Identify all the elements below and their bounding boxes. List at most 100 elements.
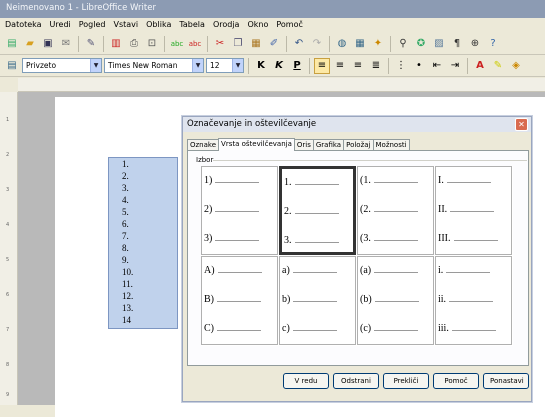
menu-oblika[interactable]: Oblika <box>143 18 176 32</box>
numbering-preset[interactable]: 1. 2. 3. <box>279 166 356 255</box>
numbering-preset[interactable]: I. II. III. <box>435 166 512 255</box>
preset-row: 1. <box>284 177 339 188</box>
table-icon[interactable]: ▦ <box>352 36 368 52</box>
increase-indent-icon[interactable]: ⇥ <box>447 58 463 74</box>
paste-icon[interactable]: ▦ <box>248 36 264 52</box>
font-name-select[interactable]: Times New Roman ▼ <box>104 58 204 73</box>
numbering-preset[interactable]: (a) (b) (c) <box>357 256 434 345</box>
close-icon[interactable]: ✕ <box>515 118 528 131</box>
list-item: 3. <box>122 183 129 193</box>
numbering-preset[interactable]: a) b) c) <box>279 256 356 345</box>
hyperlink-icon[interactable]: ◍ <box>334 36 350 52</box>
numbering-preset-grid: 1) 2) 3) 1. 2. 3. (1. (2. (3. I. II. III. A) B) C) a) b)… <box>201 166 513 346</box>
export-pdf-icon[interactable]: ▥ <box>108 36 124 52</box>
numbering-preset[interactable]: (1. (2. (3. <box>357 166 434 255</box>
navigator-icon[interactable]: ✪ <box>413 36 429 52</box>
italic-icon[interactable]: K <box>271 58 287 74</box>
list-item: 11. <box>122 279 133 289</box>
underline-icon[interactable]: P <box>289 58 305 74</box>
preset-text-line <box>292 330 337 331</box>
help-button[interactable]: Pomoč <box>433 373 479 389</box>
formatting-marks-icon[interactable]: ¶ <box>449 36 465 52</box>
preset-row: 3. <box>284 235 339 246</box>
menu-tabela[interactable]: Tabela <box>176 18 210 32</box>
numbering-preset[interactable]: i. ii. iii. <box>435 256 512 345</box>
ruler-tick: 3 <box>6 187 10 193</box>
numbering-preset[interactable]: 1) 2) 3) <box>201 166 278 255</box>
preset-text-line <box>293 301 338 302</box>
list-item: 9. <box>122 255 129 265</box>
preset-text-line <box>374 330 419 331</box>
preset-text-line <box>294 213 339 214</box>
open-folder-icon[interactable]: ▰ <box>22 36 38 52</box>
tab-vrsta-ostevilcevanja[interactable]: Vrsta oštevilčevanja <box>218 138 295 151</box>
print-icon[interactable]: ⎙ <box>126 36 142 52</box>
preset-row: A) <box>204 265 262 276</box>
ruler-tick: 5 <box>6 257 10 263</box>
align-left-icon[interactable]: ≡ <box>314 57 330 74</box>
cut-icon[interactable]: ✂ <box>212 36 228 52</box>
remove-button[interactable]: Odstrani <box>333 373 379 389</box>
paragraph-style-value: Privzeto <box>26 61 57 70</box>
menu-uredi[interactable]: Uredi <box>47 18 76 32</box>
find-icon[interactable]: ⚲ <box>395 36 411 52</box>
align-center-icon[interactable]: ≡ <box>332 58 348 74</box>
justify-icon[interactable]: ≣ <box>368 58 384 74</box>
font-size-select[interactable]: 12 ▼ <box>206 58 244 73</box>
dialog-title-bar[interactable]: Označevanje in oštevilčevanje ✕ <box>183 117 531 132</box>
selected-numbered-list[interactable]: 1. 2. 3. 4. 5. 6. 7. 8. 9. 10. 11. 12. 1… <box>108 157 178 329</box>
background-color-icon[interactable]: ◈ <box>508 58 524 74</box>
undo-icon[interactable]: ↶ <box>291 36 307 52</box>
menu-pogled[interactable]: Pogled <box>76 18 111 32</box>
redo-icon[interactable]: ↷ <box>309 36 325 52</box>
list-item: 13. <box>122 303 134 313</box>
clone-formatting-icon[interactable]: ✐ <box>266 36 282 52</box>
styles-formatting-icon[interactable]: ▤ <box>4 58 20 74</box>
separator <box>248 57 249 74</box>
menu-pomoc[interactable]: Pomoč <box>273 18 308 32</box>
menu-okno[interactable]: Okno <box>244 18 273 32</box>
preset-text-line <box>449 301 494 302</box>
menu-datoteka[interactable]: Datoteka <box>2 18 47 32</box>
bold-icon[interactable]: K <box>253 58 269 74</box>
preset-text-line <box>217 272 262 273</box>
save-icon[interactable]: ▣ <box>40 36 56 52</box>
preset-text-line <box>446 272 491 273</box>
font-color-icon[interactable]: A <box>472 58 488 74</box>
edit-file-icon[interactable]: ✎ <box>83 36 99 52</box>
menu-orodja[interactable]: Orodja <box>210 18 245 32</box>
highlighting-icon[interactable]: ✎ <box>490 58 506 74</box>
new-document-icon[interactable]: ▤ <box>4 36 20 52</box>
separator <box>390 35 391 52</box>
preset-row: b) <box>282 294 338 305</box>
preset-text-line <box>446 182 491 183</box>
reset-button[interactable]: Ponastavi <box>483 373 529 389</box>
bullets-icon[interactable]: • <box>411 58 427 74</box>
decrease-indent-icon[interactable]: ⇤ <box>429 58 445 74</box>
email-icon[interactable]: ✉ <box>58 36 74 52</box>
gallery-icon[interactable]: ▨ <box>431 36 447 52</box>
preset-number-label: II. <box>438 204 448 215</box>
preset-text-line <box>373 182 418 183</box>
numbering-icon[interactable]: ⋮ <box>393 58 409 74</box>
ruler-tick: 4 <box>6 222 10 228</box>
align-right-icon[interactable]: ≡ <box>350 58 366 74</box>
horizontal-ruler[interactable] <box>18 78 545 92</box>
spellcheck-icon[interactable]: abc <box>169 36 185 52</box>
vertical-ruler[interactable]: 1 2 3 4 5 6 7 8 9 <box>0 92 18 405</box>
paragraph-style-select[interactable]: Privzeto ▼ <box>22 58 102 73</box>
list-item: 8. <box>122 243 129 253</box>
show-draw-icon[interactable]: ✦ <box>370 36 386 52</box>
help-icon[interactable]: ? <box>485 36 501 52</box>
cancel-button[interactable]: Prekliči <box>383 373 429 389</box>
autospellcheck-icon[interactable]: abc <box>187 36 203 52</box>
numbering-preset[interactable]: A) B) C) <box>201 256 278 345</box>
ok-button[interactable]: V redu <box>283 373 329 389</box>
list-item: 5. <box>122 207 129 217</box>
zoom-icon[interactable]: ⊕ <box>467 36 483 52</box>
preset-text-line <box>217 301 261 302</box>
copy-icon[interactable]: ❐ <box>230 36 246 52</box>
preset-row: 1) <box>204 175 260 186</box>
print-preview-icon[interactable]: ⊡ <box>144 36 160 52</box>
menu-vstavi[interactable]: Vstavi <box>110 18 143 32</box>
